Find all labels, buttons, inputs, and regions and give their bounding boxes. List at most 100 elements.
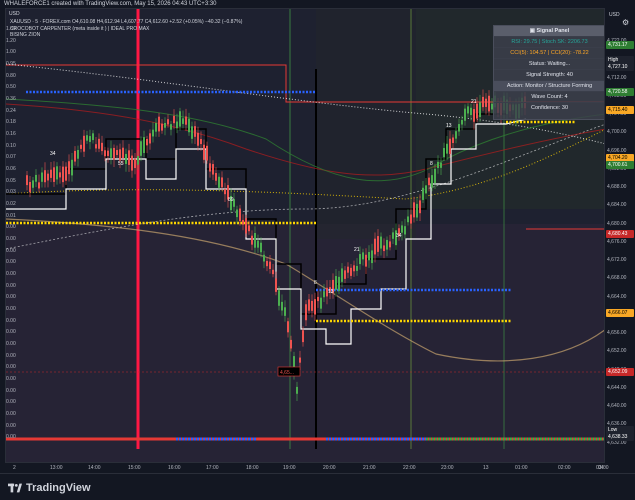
candle-body [440,162,442,168]
candle-body [182,118,184,124]
candle-body [401,225,403,233]
fib-count-label: 55 [118,161,124,167]
footer: TradingView [0,473,635,500]
candle-body [206,145,208,161]
right-axis[interactable]: USD ⚙ 4,722.004,716.004,712.004,708.004,… [605,8,635,463]
price-tag: 4,720.58 [606,88,634,96]
candle-body [485,98,487,107]
time-axis-tick: 2 [13,465,16,471]
left-axis-tick: 0.00 [6,352,16,359]
fib-count-label: 21 [471,99,477,105]
candle-body [263,254,265,262]
candle-body [320,297,322,309]
candle-body [281,301,283,311]
candle-body [338,276,340,291]
left-axis-tick: 1.80 [6,26,16,32]
indicator-2[interactable]: BISING ZION [10,32,242,39]
left-axis-tick: 0.80 [6,72,16,79]
candle-body [470,107,472,116]
candle-body [146,138,148,146]
candle-body [476,103,478,119]
candle-body [197,132,199,146]
lower-zone [6,224,604,462]
candle-body [380,236,382,249]
candle-body [200,139,202,145]
gear-icon[interactable]: ⚙ [622,18,632,28]
left-axis-tick: 0.03 [6,189,16,196]
candle-body [461,119,463,125]
right-axis-tick: 4,700.00 [607,129,627,136]
left-axis-tick: 0.00 [6,259,16,266]
time-axis-tick: 15:00 [128,465,141,471]
candle-body [191,126,193,139]
time-axis-tick: 13 [483,465,489,471]
signal-panel-title: ▣ Signal Panel [494,26,604,37]
candle-body [251,235,253,245]
candle-body [479,102,481,118]
right-axis-tick: 4,668.00 [607,275,627,282]
candle-body [113,147,115,160]
candle-body [242,219,244,225]
time-axis-tick: 04: [598,465,605,471]
left-axis-tick: 0.00 [6,411,16,417]
strength-row: Signal Strength: 40 [494,70,604,81]
time-axis[interactable]: 2 13:00 14:00 15:00 16:00 17:00 18:00 19:00 20:0… [13,463,609,473]
candle-body [284,307,286,316]
candle-body [296,386,298,394]
candle-body [128,150,130,165]
candle-body [137,155,139,165]
fib-count-label: 13 [446,123,452,129]
candle-body [53,167,55,182]
left-axis: 1.80 1.20 1.00 0.95 0.80 0.50 0.36 0.24 0.18 0.16… [0,8,28,463]
chart-pane[interactable]: 34 55 89 8 13 21 34 8 13 21 4,65... USD XAUUSD · … [5,8,605,463]
price-tag: 4,727.10 [606,63,634,71]
candle-body [95,144,97,149]
candle-body [437,161,439,169]
left-axis-tick: 0.16 [6,131,16,137]
candle-body [425,185,427,194]
candle-body [107,150,109,156]
right-axis-tick: 4,644.00 [607,384,627,391]
left-axis-tick: 0.18 [6,119,16,126]
candle-body [119,149,121,161]
candle-body [482,96,484,108]
left-axis-tick: 0.36 [6,96,16,102]
candle-body [188,118,190,133]
candle-body [185,116,187,125]
candle-body [77,150,79,159]
time-axis-tick: 19:00 [283,465,296,471]
fib-count-label: 89 [228,197,234,203]
candle-body [341,268,343,282]
candle-body [302,330,304,343]
candle-body [452,137,454,143]
left-axis-tick: 0.01 [6,212,16,219]
right-axis-tick: 4,696.00 [607,147,627,154]
right-axis-tick: 4,684.00 [607,202,627,209]
time-axis-tick: 21:00 [363,465,376,471]
time-axis-tick: 01:00 [515,465,528,471]
candle-body [224,189,226,195]
candle-body [203,144,205,160]
candle-body [311,300,313,311]
candle-body [212,164,214,175]
candle-body [248,225,250,232]
candle-body [62,166,64,183]
left-axis-tick: 0.00 [6,376,16,382]
tradingview-logo[interactable]: TradingView [8,482,91,494]
candle-body [431,175,433,188]
fib-count-label: 13 [328,289,334,295]
symbol-line[interactable]: XAUUSD · 5 · FOREX.com O4,610.08 H4,612.… [10,19,242,26]
fib-count-label: 21 [354,247,360,253]
fib-count-label: 34 [50,151,56,157]
candle-body [368,252,370,261]
right-axis-tick: 4,672.00 [607,257,627,264]
candle-body [407,216,409,223]
candle-body [443,148,445,158]
candle-body [317,296,319,302]
candle-body [299,357,301,363]
candle-body [116,150,118,156]
wave-row: Wave Count: 4 [494,92,604,103]
candle-body [32,180,34,188]
candle-body [101,142,103,152]
candle-body [413,202,415,218]
